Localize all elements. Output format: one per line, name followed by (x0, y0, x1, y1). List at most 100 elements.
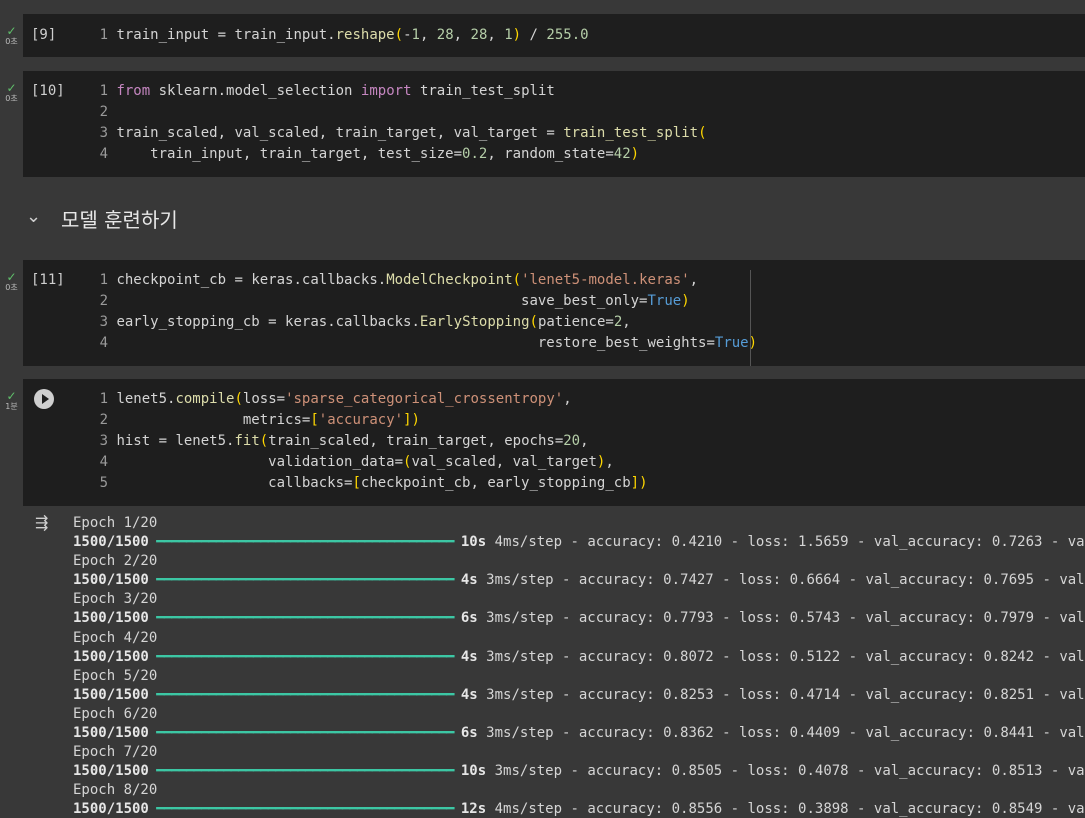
code-text: from sklearn.model_selection import trai… (116, 83, 555, 99)
epoch-progress-line: 1500/1500 ━━━━━━━━━━━━━━━━━━━━━━━━━━━━━━… (73, 609, 1085, 628)
cell-status-10: ✓ 0초 (0, 81, 23, 104)
code-text: metrics=['accuracy']) (242, 412, 420, 428)
progress-bar: ━━━━━━━━━━━━━━━━━━━━━━━━━━━━━━━━━━━━━━━━ (148, 686, 461, 703)
step-count: 1500/1500 (73, 610, 149, 627)
code-text: save_best_only=True) (521, 293, 690, 309)
code-cell-12[interactable]: 1 lenet5.compile(loss='sparse_categorica… (23, 379, 1085, 506)
code-editor[interactable]: 1 checkpoint_cb = keras.callbacks.ModelC… (93, 270, 1085, 354)
code-line[interactable]: 1 from sklearn.model_selection import tr… (93, 81, 1085, 102)
progress-bar: ━━━━━━━━━━━━━━━━━━━━━━━━━━━━━━━━━━━━━━━━ (148, 763, 461, 780)
cell-status-11: ✓ 0초 (0, 270, 23, 293)
line-number: 5 (99, 475, 108, 491)
code-line[interactable]: 4 restore_best_weights=True) (93, 333, 1085, 354)
progress-bar: ━━━━━━━━━━━━━━━━━━━━━━━━━━━━━━━━━━━━━━━━ (148, 648, 461, 665)
column-ruler (750, 270, 751, 366)
code-line[interactable]: 2 save_best_only=True) (93, 291, 1085, 312)
epoch-metrics: 3ms/step - accuracy: 0.7427 - loss: 0.66… (477, 572, 1085, 589)
exec-count: [10] (31, 83, 65, 99)
code-line[interactable]: 3 hist = lenet5.fit(train_scaled, train_… (93, 431, 1085, 452)
code-text: early_stopping_cb = keras.callbacks.Earl… (116, 314, 631, 330)
code-line[interactable]: 1 lenet5.compile(loss='sparse_categorica… (93, 389, 1085, 410)
epoch-metrics: 3ms/step - accuracy: 0.8505 - loss: 0.40… (486, 763, 1085, 780)
cell-status-12: ✓ 1분 (0, 389, 23, 412)
output-toggle-icon[interactable]: ⇶ (35, 514, 55, 532)
code-line[interactable]: 2 metrics=['accuracy']) (93, 410, 1085, 431)
epoch-label: Epoch 1/20 (73, 515, 158, 531)
epoch-label: Epoch 3/20 (73, 591, 158, 608)
progress-bar: ━━━━━━━━━━━━━━━━━━━━━━━━━━━━━━━━━━━━━━━━ (148, 610, 461, 627)
checkmark-icon: ✓ (6, 24, 17, 38)
checkmark-icon: ✓ (6, 270, 17, 284)
code-editor[interactable]: 1 train_input = train_input.reshape(-1, … (93, 25, 1085, 46)
line-number: 4 (99, 146, 108, 162)
section-header[interactable]: ⌄ 모델 훈련하기 (0, 196, 1085, 240)
epoch-time: 4s (460, 686, 478, 703)
code-text: lenet5.compile(loss='sparse_categorical_… (116, 391, 572, 407)
checkmark-icon: ✓ (6, 389, 17, 403)
step-count: 1500/1500 (73, 763, 149, 780)
epoch-progress-line: 1500/1500 ━━━━━━━━━━━━━━━━━━━━━━━━━━━━━━… (73, 648, 1085, 667)
epoch-metrics: 4ms/step - accuracy: 0.4210 - loss: 1.56… (486, 534, 1085, 551)
epoch-label: Epoch 8/20 (73, 782, 158, 799)
code-text: hist = lenet5.fit(train_scaled, train_ta… (116, 433, 589, 449)
epoch-metrics: 3ms/step - accuracy: 0.7793 - loss: 0.57… (477, 610, 1085, 627)
line-number: 3 (99, 433, 108, 449)
epoch-metrics: 4ms/step - accuracy: 0.8556 - loss: 0.38… (486, 801, 1085, 818)
epoch-progress-line: 1500/1500 ━━━━━━━━━━━━━━━━━━━━━━━━━━━━━━… (73, 762, 1085, 781)
line-number: 4 (99, 454, 108, 470)
code-editor[interactable]: 1 from sklearn.model_selection import tr… (93, 81, 1085, 165)
code-text: train_scaled, val_scaled, train_target, … (116, 125, 707, 141)
line-number: 4 (99, 335, 108, 351)
epoch-metrics: 3ms/step - accuracy: 0.8072 - loss: 0.51… (477, 648, 1085, 665)
run-cell-icon[interactable] (34, 389, 54, 409)
epoch-time: 10s (460, 763, 487, 780)
line-number: 3 (99, 314, 108, 330)
epoch-progress-line: 1500/1500 ━━━━━━━━━━━━━━━━━━━━━━━━━━━━━━… (73, 800, 1085, 818)
epoch-metrics: 3ms/step - accuracy: 0.8253 - loss: 0.47… (477, 686, 1085, 703)
line-number: 1 (99, 83, 108, 99)
code-line[interactable]: 1 checkpoint_cb = keras.callbacks.ModelC… (93, 270, 1085, 291)
step-count: 1500/1500 (73, 648, 149, 665)
code-line[interactable]: 5 callbacks=[checkpoint_cb, early_stoppi… (93, 473, 1085, 494)
step-count: 1500/1500 (73, 801, 149, 818)
line-number: 1 (99, 391, 108, 407)
epoch-time: 4s (460, 648, 478, 665)
code-cell-10[interactable]: [10] 1 from sklearn.model_selection impo… (23, 71, 1085, 177)
line-number: 2 (99, 412, 108, 428)
exec-time: 0초 (5, 94, 18, 103)
code-line[interactable]: 3 early_stopping_cb = keras.callbacks.Ea… (93, 312, 1085, 333)
code-line[interactable]: 2 (93, 102, 1085, 123)
progress-bar: ━━━━━━━━━━━━━━━━━━━━━━━━━━━━━━━━━━━━━━━━ (148, 725, 461, 742)
code-line[interactable]: 4 validation_data=(val_scaled, val_targe… (93, 452, 1085, 473)
code-line[interactable]: 4 train_input, train_target, test_size=0… (93, 144, 1085, 165)
epoch-progress-line: 1500/1500 ━━━━━━━━━━━━━━━━━━━━━━━━━━━━━━… (73, 686, 1085, 705)
checkmark-icon: ✓ (6, 81, 17, 95)
epoch-time: 6s (460, 610, 478, 627)
code-line[interactable]: 3 train_scaled, val_scaled, train_target… (93, 123, 1085, 144)
epoch-label: Epoch 7/20 (73, 744, 158, 761)
exec-time: 0초 (5, 283, 18, 292)
code-cell-11[interactable]: [11] 1 checkpoint_cb = keras.callbacks.M… (23, 260, 1085, 366)
exec-count: [11] (31, 272, 65, 288)
step-count: 1500/1500 (73, 725, 149, 742)
progress-bar: ━━━━━━━━━━━━━━━━━━━━━━━━━━━━━━━━━━━━━━━━ (148, 801, 461, 818)
line-number: 1 (99, 27, 108, 43)
chevron-down-icon[interactable]: ⌄ (26, 206, 41, 227)
code-cell-9[interactable]: [9] 1 train_input = train_input.reshape(… (23, 14, 1085, 57)
code-text: validation_data=(val_scaled, val_target)… (268, 454, 614, 470)
epoch-time: 6s (460, 725, 478, 742)
step-count: 1500/1500 (73, 534, 149, 551)
line-number: 2 (99, 104, 108, 120)
step-count: 1500/1500 (73, 572, 149, 589)
code-text: train_input = train_input.reshape(-1, 28… (116, 27, 589, 43)
epoch-label: Epoch 2/20 (73, 553, 158, 570)
cell-output: ⇶ Epoch 1/20 1500/1500 ━━━━━━━━━━━━━━━━━━… (23, 506, 1085, 818)
progress-bar: ━━━━━━━━━━━━━━━━━━━━━━━━━━━━━━━━━━━━━━━━ (148, 572, 461, 589)
exec-time: 1분 (5, 402, 18, 411)
code-line[interactable]: 1 train_input = train_input.reshape(-1, … (93, 25, 1085, 46)
exec-count: [9] (31, 27, 57, 43)
cell-status-9: ✓ 0초 (0, 24, 23, 47)
code-text: restore_best_weights=True) (537, 335, 758, 351)
code-editor[interactable]: 1 lenet5.compile(loss='sparse_categorica… (93, 389, 1085, 494)
epoch-time: 10s (460, 534, 487, 551)
